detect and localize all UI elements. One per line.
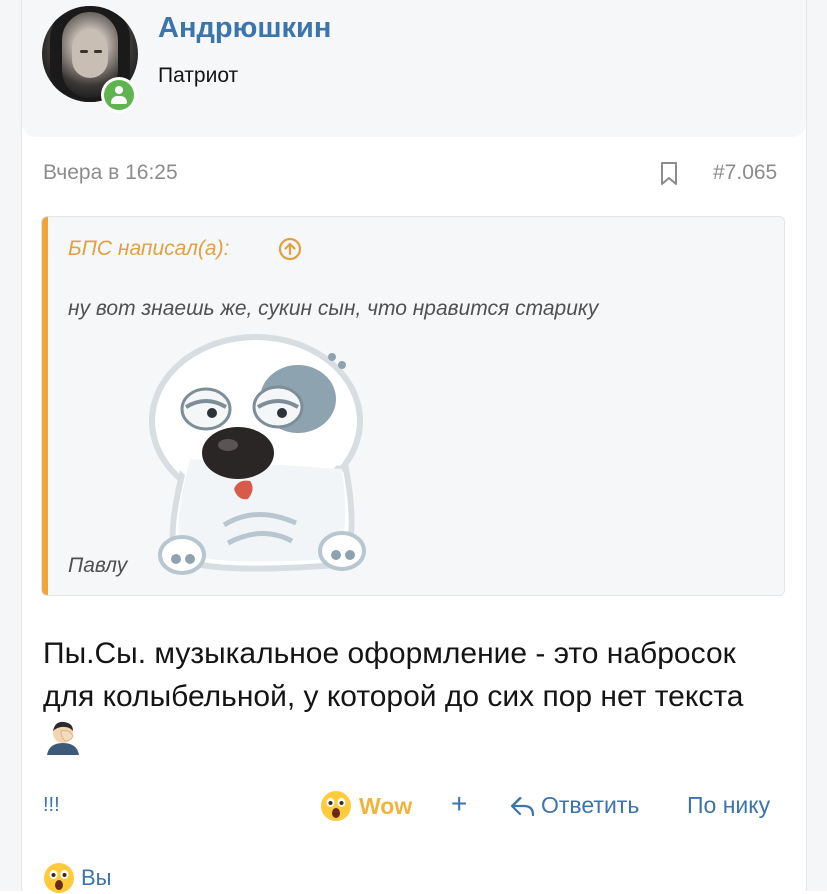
online-status-icon [101, 77, 137, 113]
post-number-link[interactable]: #7.065 [713, 161, 777, 185]
reaction-summary[interactable]: Вы [43, 862, 112, 894]
reply-by-nick-button[interactable]: По нику [687, 792, 770, 819]
wow-emoji-icon [321, 791, 351, 821]
page-background-left [0, 0, 21, 891]
username-link[interactable]: Андрюшкин [158, 12, 331, 45]
reply-icon [510, 796, 535, 816]
avatar-eye-left [80, 50, 88, 53]
user-title: Патриот [158, 64, 239, 87]
reply-button[interactable]: Ответить [509, 792, 639, 819]
wow-label: Wow [359, 792, 413, 819]
reply-label: Ответить [541, 792, 640, 818]
card-border-left [21, 0, 22, 891]
facepalm-emoji-icon [47, 721, 79, 755]
post-body-text: Пы.Сы. музыкальное оформление - это набр… [43, 637, 744, 713]
report-link[interactable]: !!! [43, 794, 60, 817]
bookmark-icon[interactable] [658, 161, 680, 187]
page-background-right [807, 0, 827, 891]
arrow-up-circle-icon[interactable] [278, 237, 302, 261]
user-header [22, 0, 806, 137]
dog-sticker-image [149, 334, 366, 575]
wow-reaction-button[interactable]: Wow [320, 790, 412, 822]
quote-block: БПС написал(а): ну вот знаешь же, сукин … [41, 216, 785, 596]
quote-signature: Павлу [68, 554, 128, 577]
post-body: Пы.Сы. музыкальное оформление - это набр… [43, 632, 763, 761]
avatar-face [72, 30, 108, 78]
post-date-link[interactable]: Вчера в 16:25 [43, 161, 178, 185]
quote-author[interactable]: БПС написал(а): [68, 237, 229, 261]
wow-emoji-icon [44, 863, 74, 893]
quote-text: ну вот знаешь же, сукин сын, что нравитс… [68, 297, 599, 320]
reaction-summary-label: Вы [81, 865, 112, 890]
avatar-eye-right [94, 50, 102, 53]
quote-accent-bar [42, 217, 48, 595]
add-reaction-button[interactable]: + [451, 788, 467, 820]
